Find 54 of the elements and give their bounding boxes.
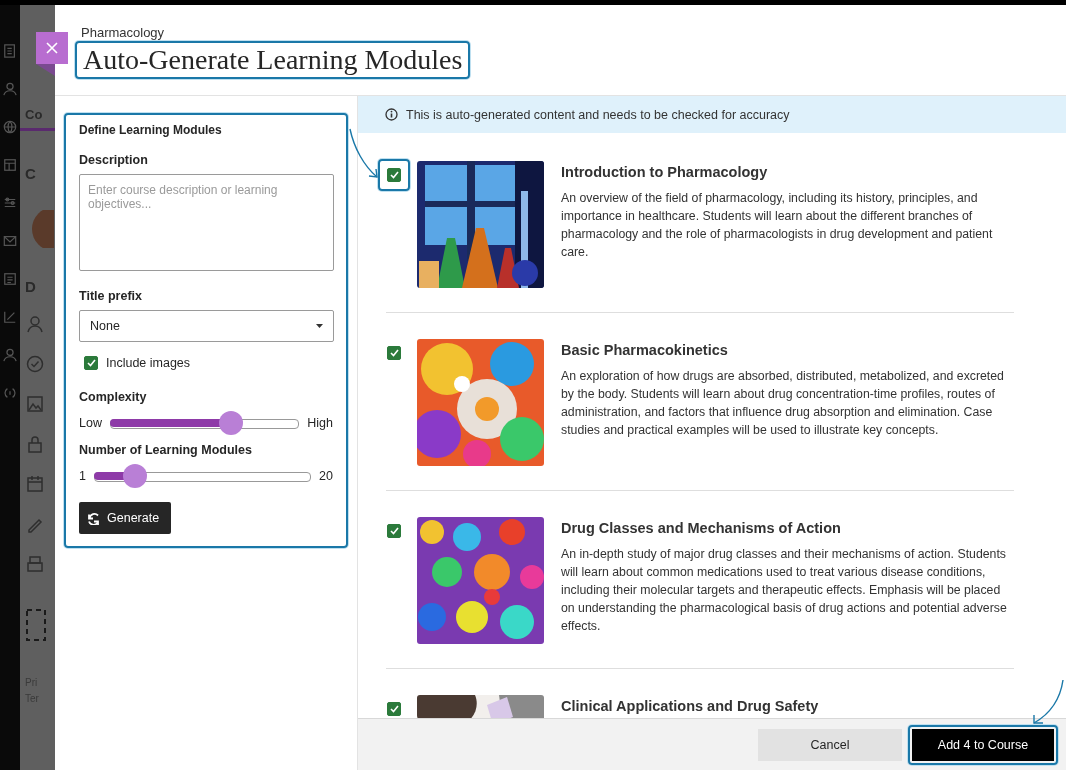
- slider-max-label: 20: [319, 469, 333, 483]
- field-label: Complexity: [79, 390, 148, 404]
- slider-max-label: High: [307, 416, 333, 430]
- notice-text: This is auto-generated content and needs to be checked for accuracy: [406, 107, 790, 122]
- document-icon: [3, 43, 17, 59]
- edit-icon: [3, 309, 17, 325]
- panel-heading: Define Learning Modules: [79, 123, 223, 137]
- slider-thumb[interactable]: [219, 411, 244, 435]
- dialog-title: Auto-Generate Learning Modules: [75, 41, 471, 79]
- slider-thumb[interactable]: [122, 464, 147, 488]
- generate-button[interactable]: Generate: [79, 502, 172, 534]
- title-prefix-dropdown[interactable]: None: [79, 310, 334, 342]
- checkbox[interactable]: [84, 356, 98, 370]
- ribbon-fold-icon: [36, 64, 55, 76]
- image-icon: [26, 395, 44, 413]
- description-field[interactable]: Enter course description or learning objectives...: [79, 174, 334, 271]
- field-label: Description: [79, 153, 149, 167]
- add-to-course-button[interactable]: Add 4 to Course: [912, 728, 1054, 761]
- globe-icon: [3, 119, 17, 135]
- refresh-icon: [87, 511, 100, 525]
- field-label: Title prefix: [79, 289, 143, 303]
- checkbox[interactable]: [387, 702, 401, 716]
- person-icon: [26, 315, 44, 333]
- cancel-button[interactable]: Cancel: [758, 728, 902, 761]
- person-icon: [3, 81, 17, 97]
- printer-icon: [26, 555, 44, 573]
- checkbox-label: Include images: [106, 356, 191, 370]
- module-description: An overview of the field of pharmacology, including its history, principles, and importance in healthcare. Students will learn about the different branches of pharmacology and the role of pharmacologists in drug development and patient care.: [561, 190, 994, 261]
- module-title: Drug Classes and Mechanisms of Action: [561, 520, 842, 536]
- list-icon: [3, 271, 17, 287]
- checkbox[interactable]: [387, 168, 401, 182]
- module-title: Introduction to Pharmacology: [561, 164, 769, 180]
- close-icon: [46, 42, 58, 54]
- module-description: An in-depth study of major drug classes and their mechanisms of action. Students will learn about common medications used to treat various disease conditions, including their molecular targets and therapeutic effects. Emphasis will be placed on understanding the pharmacological basis of drug actions and potential adverse effects.: [561, 546, 1008, 635]
- dashed-placeholder-icon: [26, 609, 46, 641]
- caret-icon: [316, 324, 323, 328]
- lock-icon: [26, 435, 44, 453]
- module-description: An exploration of how drugs are absorbed, distributed, metabolized, and excreted by the body. Students will learn about drug concentration-time profiles, routes of administration, and factors that influence drug absorption and elimination. Case studies and practical examples will be used to illustrate key concepts.: [561, 368, 1005, 439]
- module-count-slider[interactable]: [93, 464, 312, 488]
- calendar-icon: [26, 475, 44, 493]
- person-icon: [3, 347, 17, 363]
- field-label: Number of Learning Modules: [79, 443, 253, 457]
- module-title: Basic Pharmacokinetics: [561, 342, 729, 358]
- module-title: Clinical Applications and Drug Safety: [561, 698, 820, 714]
- course-name: Pharmacology: [81, 25, 166, 40]
- info-icon: [385, 108, 398, 121]
- slider-min-label: Low: [79, 416, 102, 430]
- mail-icon: [3, 233, 17, 249]
- layout-icon: [3, 157, 17, 173]
- checkbox[interactable]: [387, 346, 401, 360]
- checkbox[interactable]: [387, 524, 401, 538]
- slider-min-label: 1: [79, 469, 86, 483]
- complexity-slider[interactable]: [109, 411, 300, 435]
- check-circle-icon: [26, 355, 44, 373]
